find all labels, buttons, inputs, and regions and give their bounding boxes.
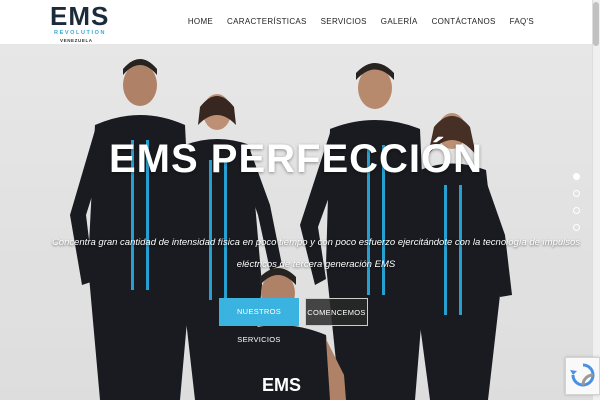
nav-servicios[interactable]: SERVICIOS <box>321 17 367 26</box>
shirt-logo: EMS <box>262 375 302 395</box>
recaptcha-icon <box>570 363 595 387</box>
logo-wordmark: EMS <box>50 1 110 31</box>
nav-galeria[interactable]: GALERÍA <box>381 17 418 26</box>
slider-dot-4[interactable] <box>573 224 580 231</box>
main-nav: HOME CARACTERÍSTICAS SERVICIOS GALERÍA C… <box>174 17 534 26</box>
page-scrollbar[interactable] <box>592 0 600 400</box>
hero-title: EMS PERFECCIÓN <box>108 137 484 181</box>
hero-description-line-2: eléctricos de tercera generación EMS <box>236 259 396 270</box>
recaptcha-badge[interactable] <box>565 357 600 395</box>
nuestros-servicios-button[interactable]: NUESTROS SERVICIOS <box>219 298 299 344</box>
comencemos-button[interactable]: COMENCEMOS <box>305 298 368 326</box>
nav-contactanos[interactable]: CONTÁCTANOS <box>432 17 496 26</box>
logo-country: VENEZUELA <box>60 38 93 43</box>
slider-dot-1[interactable] <box>573 173 580 180</box>
nav-caracteristicas[interactable]: CARACTERÍSTICAS <box>227 17 307 26</box>
nav-home[interactable]: HOME <box>188 17 213 26</box>
slider-dot-2[interactable] <box>573 190 580 197</box>
hero-slider: EMS EMS PERFECCIÓN Concentra gran cantid… <box>0 45 592 400</box>
slider-dots <box>573 173 580 241</box>
logo-subtitle: REVOLUTION <box>54 30 107 36</box>
hero-description-line-1: Concentra gran cantidad de intensidad fí… <box>51 237 581 248</box>
slider-dot-3[interactable] <box>573 207 580 214</box>
scrollbar-thumb[interactable] <box>593 2 599 46</box>
hero-description: Concentra gran cantidad de intensidad fí… <box>40 232 592 276</box>
hero-overlay <box>0 45 592 400</box>
site-header: EMS REVOLUTION VENEZUELA HOME CARACTERÍS… <box>0 0 600 45</box>
ems-logo[interactable]: EMS REVOLUTION VENEZUELA <box>50 1 110 43</box>
nav-faqs[interactable]: FAQ'S <box>510 17 534 26</box>
